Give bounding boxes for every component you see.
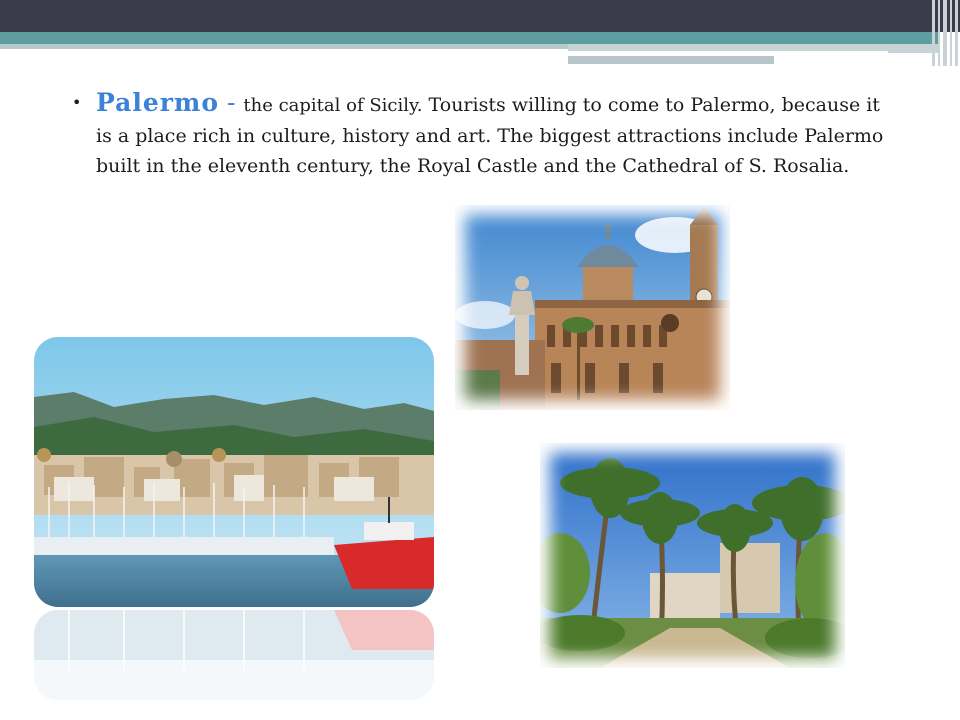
header-white-line [568,51,888,53]
header-gray-stripe-short [568,56,774,64]
header-dark-bar [0,0,960,32]
header-gray-stripe [0,44,568,49]
harbor-reflection [34,610,434,700]
city-name: Palermo [96,88,220,117]
header-vertical-stripes [930,0,960,66]
harbor-photo [34,337,434,607]
bullet-text: Palermo - the capital of Sicily. Tourist… [96,88,892,181]
bullet-paragraph: • Palermo - the capital of Sicily. Touri… [72,88,892,181]
palm-garden-photo [540,443,845,668]
title-dash: - [219,88,244,117]
header-teal-bar [0,32,940,44]
cathedral-photo [455,205,730,410]
bullet-dot: • [72,93,82,112]
description-first: the capital of Sicily. [243,95,423,116]
